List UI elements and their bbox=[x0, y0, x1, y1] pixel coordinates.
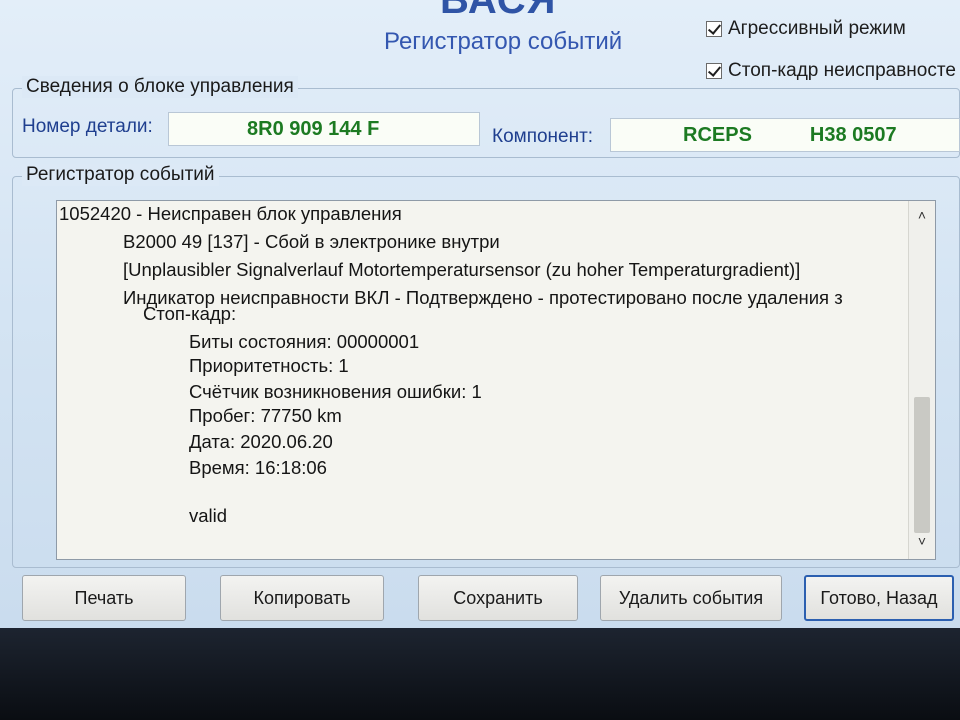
component-text-2: H38 0507 bbox=[809, 123, 897, 146]
page-title: Регистратор событий bbox=[384, 28, 623, 55]
log-line: 1052420 - Неисправен блок управления bbox=[59, 203, 402, 224]
aggressive-mode-checkbox[interactable]: Агрессивный режим bbox=[706, 18, 906, 40]
part-number-text: 8R0 909 144 F bbox=[247, 117, 380, 140]
log-line: Время: 16:18:06 bbox=[189, 457, 327, 478]
aggressive-mode-label: Агрессивный режим bbox=[728, 18, 906, 39]
event-log-group-label: Регистратор событий bbox=[22, 164, 219, 186]
log-line: valid bbox=[189, 505, 228, 526]
print-button[interactable]: Печать bbox=[22, 575, 186, 621]
part-number-label: Номер детали: bbox=[22, 116, 153, 137]
log-line: Дата: 2020.06.20 bbox=[189, 431, 333, 452]
done-back-button[interactable]: Готово, Назад bbox=[804, 575, 954, 621]
component-value: RCEPS H38 0507 bbox=[610, 118, 960, 152]
log-line: Приоритетность: 1 bbox=[189, 355, 349, 376]
log-line: Биты состояния: 00000001 bbox=[189, 331, 420, 352]
main-window: ВАСЯ Регистратор событий Агрессивный реж… bbox=[0, 0, 960, 628]
monitor-bezel bbox=[0, 628, 960, 720]
component-label: Компонент: bbox=[492, 126, 594, 147]
log-line: Стоп-кадр: bbox=[143, 303, 237, 324]
freeze-frame-label: Стоп-кадр неисправносте bbox=[728, 60, 956, 81]
event-log-text-area[interactable]: 1052420 - Неисправен блок управления B20… bbox=[56, 200, 936, 560]
brand-logo: ВАСЯ bbox=[440, 0, 557, 22]
delete-events-button[interactable]: Удалить события bbox=[600, 575, 782, 621]
scroll-up-icon[interactable]: ˄ bbox=[909, 207, 935, 229]
save-button[interactable]: Сохранить bbox=[418, 575, 578, 621]
part-number-value: 8R0 909 144 F bbox=[168, 112, 480, 146]
log-line: [Unplausibler Signalverlauf Motortempera… bbox=[123, 259, 801, 280]
scroll-down-icon[interactable]: ˅ bbox=[909, 533, 935, 555]
freeze-frame-checkbox[interactable]: Стоп-кадр неисправносте bbox=[706, 60, 956, 82]
log-line: Счётчик возникновения ошибки: 1 bbox=[189, 381, 482, 402]
scroll-thumb[interactable] bbox=[914, 397, 930, 533]
log-scrollbar[interactable]: ˄ ˅ bbox=[908, 201, 935, 559]
log-line: B2000 49 [137] - Сбой в электронике внут… bbox=[123, 231, 500, 252]
control-unit-group-label: Сведения о блоке управления bbox=[22, 76, 298, 98]
component-text-1: RCEPS bbox=[683, 123, 752, 146]
copy-button[interactable]: Копировать bbox=[220, 575, 384, 621]
checkbox-checked-icon bbox=[706, 63, 722, 79]
log-line: Пробег: 77750 km bbox=[189, 405, 342, 426]
checkbox-checked-icon bbox=[706, 21, 722, 37]
